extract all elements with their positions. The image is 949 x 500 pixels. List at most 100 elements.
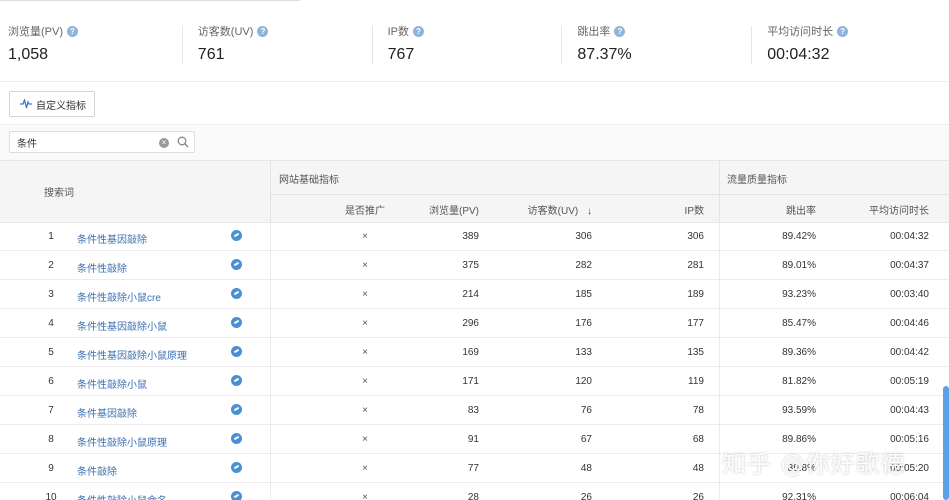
keyword-link[interactable]: 条件性基因敲除小鼠 bbox=[77, 318, 167, 333]
uv-cell: 67 bbox=[580, 434, 592, 445]
stat-uv: 访客数(UV)? 761 bbox=[181, 0, 380, 81]
stat-duration: 平均访问时长? 00:04:32 bbox=[751, 0, 949, 81]
keyword-link[interactable]: 条件敲除 bbox=[77, 463, 117, 478]
trend-icon[interactable] bbox=[231, 230, 242, 241]
row-index: 2 bbox=[48, 260, 54, 271]
col-ip[interactable]: IP数 bbox=[620, 202, 704, 217]
bounce-cell: 89.42% bbox=[782, 231, 816, 242]
stat-value: 00:04:32 bbox=[767, 46, 830, 63]
stat-label: IP数 bbox=[387, 26, 409, 38]
duration-cell: 00:06:04 bbox=[890, 492, 929, 500]
pv-cell: 296 bbox=[462, 318, 479, 329]
duration-cell: 00:04:32 bbox=[890, 231, 929, 242]
help-icon[interactable]: ? bbox=[614, 25, 626, 37]
col-duration[interactable]: 平均访问时长 bbox=[830, 202, 929, 217]
pv-cell: 169 bbox=[462, 347, 479, 358]
bounce-cell: 92.31% bbox=[782, 492, 816, 500]
trend-icon[interactable] bbox=[231, 375, 242, 386]
duration-cell: 00:04:37 bbox=[890, 260, 929, 271]
ip-cell: 306 bbox=[687, 231, 704, 242]
duration-cell: 00:04:43 bbox=[890, 405, 929, 416]
trend-icon[interactable] bbox=[231, 433, 242, 444]
help-icon[interactable]: ? bbox=[413, 25, 424, 37]
promo-cell: × bbox=[362, 231, 368, 242]
keyword-link[interactable]: 条件基因敲除 bbox=[77, 405, 137, 420]
uv-cell: 185 bbox=[575, 289, 592, 300]
promo-cell: × bbox=[362, 318, 368, 329]
help-icon[interactable]: ? bbox=[67, 25, 78, 37]
custom-metrics-button[interactable]: 自定义指标 bbox=[9, 91, 95, 117]
summary-stats: 浏览量(PV)? 1,058 访客数(UV)? 761 IP数? 767 跳出率… bbox=[0, 0, 949, 82]
stat-value: 1,058 bbox=[8, 46, 49, 63]
search-input[interactable] bbox=[17, 135, 157, 149]
trend-icon[interactable] bbox=[231, 491, 242, 500]
ip-cell: 119 bbox=[688, 376, 704, 387]
uv-cell: 133 bbox=[575, 347, 592, 358]
keyword-link[interactable]: 条件性敲除小鼠命名 bbox=[77, 492, 167, 500]
trend-icon[interactable] bbox=[231, 404, 242, 415]
keyword-link[interactable]: 条件性敲除 bbox=[77, 260, 127, 275]
keyword-link[interactable]: 条件性敲除小鼠原理 bbox=[77, 434, 167, 449]
clear-icon[interactable]: × bbox=[159, 138, 169, 148]
pv-cell: 91 bbox=[467, 434, 479, 445]
help-icon[interactable]: ? bbox=[837, 25, 849, 37]
custom-metrics-label: 自定义指标 bbox=[36, 100, 86, 112]
stat-value: 87.37% bbox=[577, 46, 632, 63]
wave-icon bbox=[20, 99, 32, 109]
pv-cell: 77 bbox=[467, 463, 479, 474]
col-uv[interactable]: 访客数(UV) ↓ bbox=[500, 202, 592, 217]
table-header: 搜索词 网站基础指标 流量质量指标 是否推广 浏览量(PV) 访客数(UV) ↓… bbox=[0, 160, 949, 224]
table-row: 2 条件性敲除 × 375 282 281 89.01% 00:04:37 bbox=[0, 251, 949, 280]
row-index: 1 bbox=[48, 231, 54, 242]
keyword-link[interactable]: 条件性基因敲除 bbox=[77, 231, 147, 246]
col-promo[interactable]: 是否推广 bbox=[320, 202, 410, 217]
trend-icon[interactable] bbox=[231, 288, 242, 299]
promo-cell: × bbox=[362, 347, 368, 358]
col-keyword[interactable]: 搜索词 bbox=[44, 184, 74, 199]
group-quality-metrics: 流量质量指标 bbox=[727, 175, 787, 186]
pv-cell: 171 bbox=[462, 376, 479, 387]
promo-cell: × bbox=[362, 434, 368, 445]
search-icon[interactable] bbox=[177, 136, 189, 148]
table-row: 6 条件性敲除小鼠 × 171 120 119 81.82% 00:05:19 bbox=[0, 367, 949, 396]
table-row: 7 条件基因敲除 × 83 76 78 93.59% 00:04:43 bbox=[0, 396, 949, 425]
col-bounce[interactable]: 跳出率 bbox=[730, 202, 816, 217]
col-pv[interactable]: 浏览量(PV) bbox=[400, 202, 479, 217]
trend-icon[interactable] bbox=[231, 346, 242, 357]
promo-cell: × bbox=[362, 376, 368, 387]
bounce-cell: 85.47% bbox=[782, 318, 816, 329]
bounce-cell: 89.36% bbox=[782, 347, 816, 358]
stat-ip: IP数? 767 bbox=[371, 0, 570, 81]
promo-cell: × bbox=[362, 492, 368, 500]
sort-desc-icon[interactable]: ↓ bbox=[587, 206, 592, 217]
pv-cell: 375 bbox=[462, 260, 479, 271]
ip-cell: 281 bbox=[687, 260, 704, 271]
stat-label: 浏览量(PV) bbox=[8, 26, 63, 38]
stat-value: 761 bbox=[197, 46, 225, 63]
ip-cell: 48 bbox=[692, 463, 704, 474]
keyword-link[interactable]: 条件性敲除小鼠cre bbox=[77, 289, 161, 304]
trend-icon[interactable] bbox=[231, 259, 242, 270]
trend-icon[interactable] bbox=[231, 462, 242, 473]
table-row: 4 条件性基因敲除小鼠 × 296 176 177 85.47% 00:04:46 bbox=[0, 309, 949, 338]
row-index: 8 bbox=[48, 434, 54, 445]
duration-cell: 00:05:19 bbox=[890, 376, 929, 387]
promo-cell: × bbox=[362, 405, 368, 416]
help-icon[interactable]: ? bbox=[257, 25, 269, 37]
row-index: 10 bbox=[45, 492, 57, 500]
keyword-link[interactable]: 条件性敲除小鼠 bbox=[77, 376, 147, 391]
keyword-link[interactable]: 条件性基因敲除小鼠原理 bbox=[77, 347, 187, 362]
ip-cell: 26 bbox=[692, 492, 704, 500]
row-index: 6 bbox=[48, 376, 54, 387]
scrollbar-thumb[interactable] bbox=[943, 386, 949, 500]
trend-icon[interactable] bbox=[231, 317, 242, 328]
col-uv-label: 访客数(UV) bbox=[527, 206, 579, 217]
ip-cell: 78 bbox=[692, 405, 704, 416]
stat-label: 跳出率 bbox=[577, 26, 611, 38]
row-index: 4 bbox=[48, 318, 54, 329]
row-index: 9 bbox=[48, 463, 54, 474]
uv-cell: 282 bbox=[575, 260, 592, 271]
custom-toolbar: 自定义指标 bbox=[0, 83, 949, 125]
row-index: 5 bbox=[48, 347, 54, 358]
ip-cell: 177 bbox=[687, 318, 704, 329]
